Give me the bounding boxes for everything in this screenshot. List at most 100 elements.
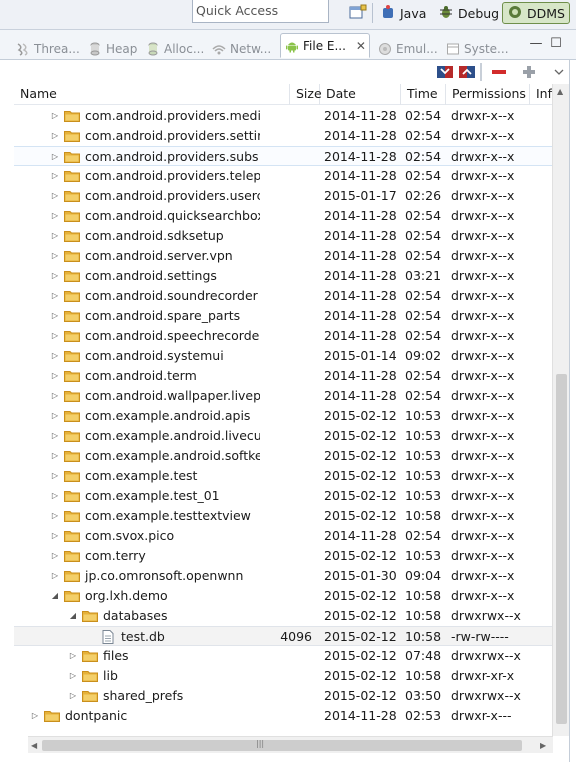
scroll-left-icon[interactable]: ◀ bbox=[31, 741, 37, 750]
time-cell: 02:54 bbox=[405, 228, 442, 243]
table-row[interactable]: ▷ com.android.providers.telep 2014-11-28 02… bbox=[14, 166, 552, 186]
close-icon[interactable]: ✕ bbox=[356, 39, 366, 53]
name-cell: ▷ shared_prefs bbox=[14, 686, 260, 706]
table-row[interactable]: ▷ com.example.testtextview 2015-02-12 10:58… bbox=[14, 506, 552, 526]
table-row[interactable]: ◢ databases 2015-02-12 10:58 drwxrwx--x bbox=[14, 606, 552, 626]
collapsed-arrow-icon[interactable]: ▷ bbox=[50, 446, 60, 466]
horizontal-scrollbar[interactable]: ◀ ||| ▶ bbox=[28, 736, 553, 753]
maximize-icon[interactable]: ☐ bbox=[548, 36, 564, 52]
expanded-arrow-icon[interactable]: ◢ bbox=[50, 586, 60, 606]
table-row[interactable]: ◢ org.lxh.demo 2015-02-12 10:58 drwxr-x--x bbox=[14, 586, 552, 606]
table-row[interactable]: ▷ com.android.settings 2014-11-28 03:21 drwx… bbox=[14, 266, 552, 286]
expanded-arrow-icon[interactable]: ◢ bbox=[68, 606, 78, 626]
collapsed-arrow-icon[interactable]: ▷ bbox=[50, 466, 60, 486]
collapsed-arrow-icon[interactable]: ▷ bbox=[50, 186, 60, 206]
scroll-right-icon[interactable]: ▶ bbox=[540, 741, 546, 750]
table-row[interactable]: test.db 4096 2015-02-12 10:58 -rw-rw---- bbox=[14, 626, 552, 646]
vertical-scroll-thumb[interactable] bbox=[556, 374, 567, 724]
view-menu-icon[interactable] bbox=[550, 64, 568, 80]
collapsed-arrow-icon[interactable]: ▷ bbox=[50, 486, 60, 506]
table-row[interactable]: ▷ com.android.providers.settir 2014-11-28 0… bbox=[14, 126, 552, 146]
table-row[interactable]: ▷ com.terry 2015-02-12 10:53 drwxr-x--x bbox=[14, 546, 552, 566]
permissions-cell: drwxr-x--x bbox=[451, 528, 515, 543]
table-row[interactable]: ▷ jp.co.omronsoft.openwnn 2015-01-30 09:04 d… bbox=[14, 566, 552, 586]
table-row[interactable]: ▷ com.android.providers.subs 2014-11-28 02:… bbox=[14, 146, 552, 166]
horizontal-scroll-thumb[interactable] bbox=[42, 740, 522, 751]
collapsed-arrow-icon[interactable]: ▷ bbox=[50, 406, 60, 426]
collapsed-arrow-icon[interactable]: ▷ bbox=[50, 426, 60, 446]
table-row[interactable]: ▷ lib 2015-02-12 10:58 drwxr-xr-x bbox=[14, 666, 552, 686]
collapsed-arrow-icon[interactable]: ▷ bbox=[68, 666, 78, 686]
table-row[interactable]: ▷ shared_prefs 2015-02-12 03:50 drwxrwx--x bbox=[14, 686, 552, 706]
table-row[interactable]: ▷ com.android.quicksearchbox 2014-11-28 02:… bbox=[14, 206, 552, 226]
collapsed-arrow-icon[interactable]: ▷ bbox=[68, 646, 78, 666]
table-row[interactable]: ▷ files 2015-02-12 07:48 drwxrwx--x bbox=[14, 646, 552, 666]
column-header-info[interactable]: Info bbox=[530, 84, 552, 105]
vertical-scrollbar[interactable]: ▲ bbox=[552, 84, 569, 736]
collapsed-arrow-icon[interactable]: ▷ bbox=[50, 346, 60, 366]
folder-icon bbox=[64, 350, 80, 362]
perspective-debug-button[interactable]: Debug bbox=[434, 2, 503, 24]
collapsed-arrow-icon[interactable]: ▷ bbox=[50, 206, 60, 226]
table-row[interactable]: ▷ com.example.android.livecub 2015-02-12 10… bbox=[14, 426, 552, 446]
tab-file-explorer[interactable]: File E... ✕ bbox=[280, 33, 370, 58]
collapsed-arrow-icon[interactable]: ▷ bbox=[50, 326, 60, 346]
table-row[interactable]: ▷ com.android.soundrecorder 2014-11-28 02:5… bbox=[14, 286, 552, 306]
perspective-ddms-button[interactable]: DDMS bbox=[502, 2, 570, 24]
tab-allocation[interactable]: Alloc... bbox=[142, 36, 204, 61]
collapsed-arrow-icon[interactable]: ▷ bbox=[50, 366, 60, 386]
collapsed-arrow-icon[interactable]: ▷ bbox=[50, 166, 60, 186]
collapsed-arrow-icon[interactable]: ▷ bbox=[50, 566, 60, 586]
table-row[interactable]: ▷ com.android.server.vpn 2014-11-28 02:54 dr… bbox=[14, 246, 552, 266]
table-row[interactable]: ▷ com.example.test_01 2015-02-12 10:53 drwxr… bbox=[14, 486, 552, 506]
quick-access-input[interactable]: Quick Access bbox=[192, 0, 329, 23]
push-file-icon[interactable] bbox=[458, 64, 476, 80]
table-row[interactable]: ▷ com.android.wallpaper.livep 2014-11-28 02… bbox=[14, 386, 552, 406]
collapsed-arrow-icon[interactable]: ▷ bbox=[68, 686, 78, 706]
column-header-permissions[interactable]: Permissions bbox=[446, 84, 530, 105]
collapsed-arrow-icon[interactable]: ▷ bbox=[50, 106, 60, 126]
table-row[interactable]: ▷ com.android.speechrecorde 2014-11-28 02:5… bbox=[14, 326, 552, 346]
collapsed-arrow-icon[interactable]: ▷ bbox=[50, 546, 60, 566]
tab-emulator[interactable]: Emul... bbox=[374, 36, 438, 61]
open-perspective-icon[interactable] bbox=[348, 4, 368, 22]
delete-icon[interactable] bbox=[490, 64, 508, 80]
collapsed-arrow-icon[interactable]: ▷ bbox=[50, 266, 60, 286]
table-row[interactable]: ▷ com.android.providers.userc 2015-01-17 02… bbox=[14, 186, 552, 206]
table-row[interactable]: ▷ dontpanic 2014-11-28 02:53 drwxr-x--- bbox=[14, 706, 552, 726]
collapsed-arrow-icon[interactable]: ▷ bbox=[50, 306, 60, 326]
collapsed-arrow-icon[interactable]: ▷ bbox=[50, 506, 60, 526]
column-header-time[interactable]: Time bbox=[401, 84, 446, 105]
table-row[interactable]: ▷ com.android.term 2014-11-28 02:54 drwxr-x-… bbox=[14, 366, 552, 386]
time-cell: 02:53 bbox=[405, 708, 442, 723]
column-header-name[interactable]: Name bbox=[14, 84, 290, 105]
perspective-java-button[interactable]: Java bbox=[376, 2, 430, 24]
table-row[interactable]: ▷ com.example.android.apis 2015-02-12 10:53… bbox=[14, 406, 552, 426]
table-row[interactable]: ▷ com.example.test 2015-02-12 10:53 drwxr-x-… bbox=[14, 466, 552, 486]
table-row[interactable]: ▷ com.example.android.softke 2015-02-12 10:… bbox=[14, 446, 552, 466]
tab-system[interactable]: Syste... bbox=[442, 36, 509, 61]
collapsed-arrow-icon[interactable]: ▷ bbox=[30, 706, 40, 726]
tab-heap[interactable]: Heap bbox=[84, 36, 137, 61]
minimize-icon[interactable]: — bbox=[528, 36, 544, 52]
collapsed-arrow-icon[interactable]: ▷ bbox=[50, 526, 60, 546]
pull-file-icon[interactable] bbox=[436, 64, 454, 80]
column-header-date[interactable]: Date bbox=[320, 84, 401, 105]
collapsed-arrow-icon[interactable]: ▷ bbox=[50, 147, 60, 167]
scroll-up-icon[interactable]: ▲ bbox=[557, 87, 563, 96]
table-row[interactable]: ▷ com.android.providers.medi 2014-11-28 02:… bbox=[14, 106, 552, 126]
table-row[interactable]: ▷ com.android.sdksetup 2014-11-28 02:54 drwx… bbox=[14, 226, 552, 246]
new-folder-icon[interactable] bbox=[520, 64, 538, 80]
table-row[interactable]: ▷ com.svox.pico 2014-11-28 02:54 drwxr-x--x bbox=[14, 526, 552, 546]
table-row[interactable]: ▷ com.android.spare_parts 2014-11-28 02:54 d… bbox=[14, 306, 552, 326]
column-header-size[interactable]: Size bbox=[290, 84, 322, 105]
collapsed-arrow-icon[interactable]: ▷ bbox=[50, 126, 60, 146]
collapsed-arrow-icon[interactable]: ▷ bbox=[50, 246, 60, 266]
collapsed-arrow-icon[interactable]: ▷ bbox=[50, 226, 60, 246]
folder-icon bbox=[64, 370, 80, 382]
tab-network[interactable]: Netw... bbox=[208, 36, 271, 61]
collapsed-arrow-icon[interactable]: ▷ bbox=[50, 386, 60, 406]
table-row[interactable]: ▷ com.android.systemui 2015-01-14 09:02 drwx… bbox=[14, 346, 552, 366]
collapsed-arrow-icon[interactable]: ▷ bbox=[50, 286, 60, 306]
tab-threads[interactable]: Threa... bbox=[12, 36, 80, 61]
